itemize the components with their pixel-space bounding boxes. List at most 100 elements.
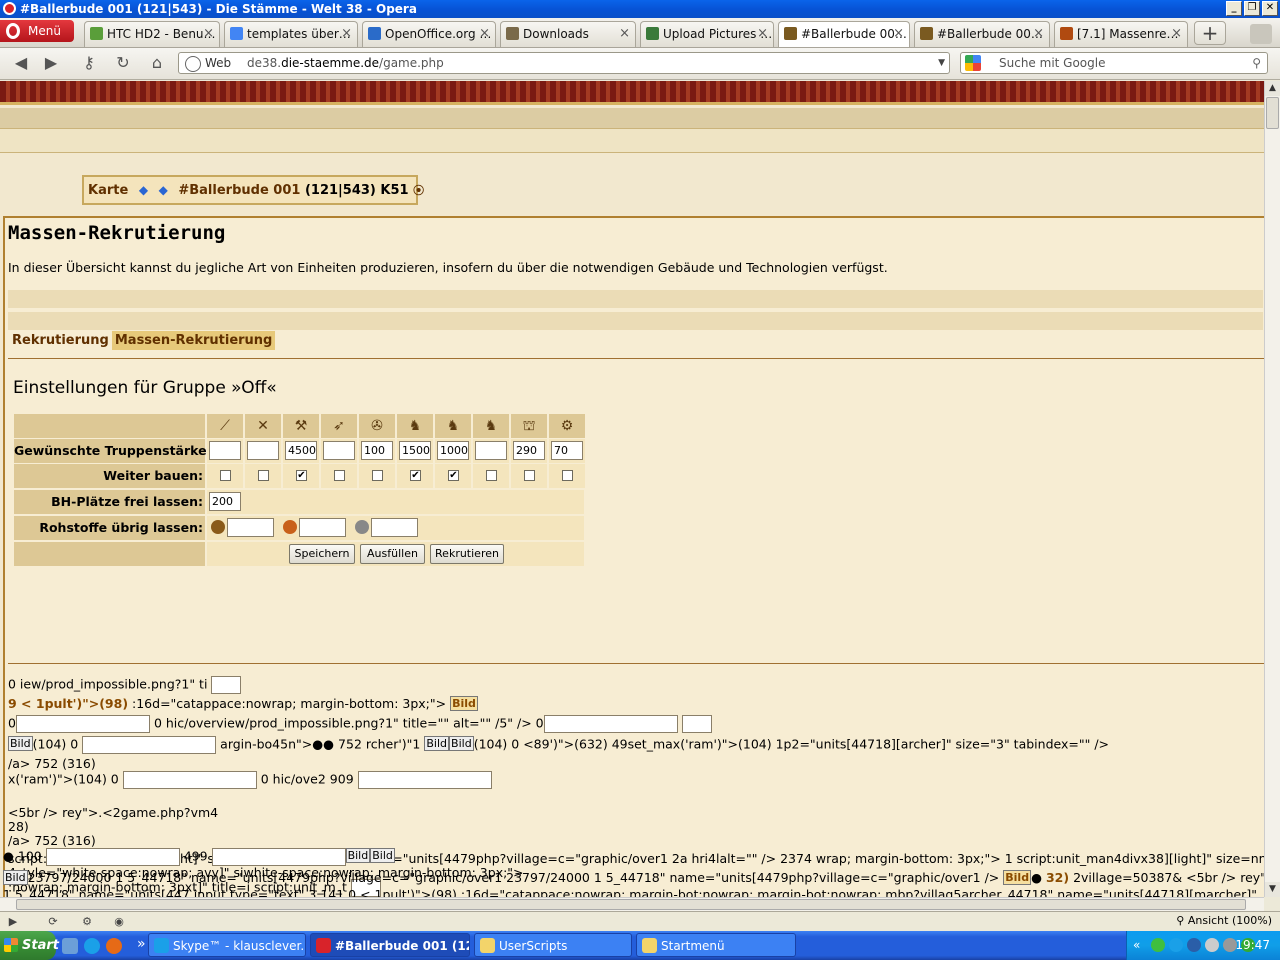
reload-button[interactable]: ↻ bbox=[110, 52, 136, 76]
taskbar-item[interactable]: #Ballerbude 001 (121… bbox=[310, 933, 470, 957]
text-input[interactable] bbox=[211, 676, 242, 694]
vpn-icon[interactable] bbox=[1187, 938, 1201, 952]
continue-checkbox[interactable] bbox=[486, 470, 497, 481]
scroll-thumb[interactable] bbox=[16, 899, 1246, 910]
skype-tray-icon[interactable] bbox=[1169, 938, 1183, 952]
scroll-thumb[interactable] bbox=[1266, 97, 1279, 129]
browser-tab[interactable]: [7.1] Massenre… × bbox=[1054, 21, 1188, 47]
troop-strength-input[interactable]: 4500 bbox=[285, 441, 317, 460]
troop-strength-input[interactable] bbox=[475, 441, 507, 460]
arrow-right-icon[interactable]: ◆ bbox=[159, 177, 168, 203]
arrow-left-icon[interactable]: ◆ bbox=[139, 177, 148, 203]
map-link[interactable]: Karte bbox=[88, 183, 128, 198]
text-input[interactable] bbox=[543, 715, 678, 733]
browser-tab[interactable]: HTC HD2 - Benu… × bbox=[84, 21, 220, 47]
taskbar-item[interactable]: Startmenü bbox=[636, 933, 796, 957]
troop-strength-input[interactable] bbox=[209, 441, 241, 460]
close-tab-icon[interactable]: × bbox=[341, 22, 352, 46]
troop-strength-input[interactable]: 70 bbox=[551, 441, 583, 460]
opera-menu-button[interactable]: Menü bbox=[0, 20, 74, 42]
troop-strength-input[interactable]: 100 bbox=[361, 441, 393, 460]
search-input[interactable]: Suche mit Google ⚲ bbox=[960, 52, 1268, 74]
chevron-left-icon[interactable]: « bbox=[1133, 938, 1140, 952]
turbo-icon[interactable]: ◉ bbox=[112, 915, 126, 929]
chevron-right-icon[interactable]: » bbox=[137, 936, 146, 952]
continue-checkbox[interactable] bbox=[258, 470, 269, 481]
browser-tab[interactable]: OpenOffice.org … × bbox=[362, 21, 496, 47]
text-input[interactable] bbox=[122, 771, 257, 789]
network-icon[interactable] bbox=[1205, 938, 1219, 952]
close-tab-icon[interactable]: × bbox=[757, 22, 768, 46]
taskbar-item[interactable]: UserScripts bbox=[474, 933, 632, 957]
browser-tab[interactable]: #Ballerbude 00… × bbox=[914, 21, 1050, 47]
text-input[interactable] bbox=[82, 736, 217, 754]
continue-checkbox[interactable]: ✔ bbox=[410, 470, 421, 481]
browser-tab[interactable]: #Ballerbude 00… × bbox=[778, 21, 910, 47]
firefox-icon[interactable] bbox=[106, 938, 122, 954]
village-info-icon[interactable]: ⦿ bbox=[413, 184, 424, 197]
continue-checkbox[interactable]: ✔ bbox=[296, 470, 307, 481]
close-tab-icon[interactable]: × bbox=[1171, 22, 1182, 46]
text-input[interactable] bbox=[681, 715, 712, 733]
tab-mass-recruit[interactable]: Massen-Rekrutierung bbox=[111, 331, 276, 350]
troop-strength-input[interactable] bbox=[247, 441, 279, 460]
horizontal-scrollbar[interactable] bbox=[0, 897, 1264, 911]
continue-checkbox[interactable] bbox=[372, 470, 383, 481]
save-button[interactable]: Speichern bbox=[289, 544, 355, 564]
troop-strength-input[interactable]: 290 bbox=[513, 441, 545, 460]
continue-checkbox[interactable] bbox=[220, 470, 231, 481]
start-button[interactable]: Start bbox=[0, 931, 59, 960]
continue-checkbox[interactable] bbox=[334, 470, 345, 481]
troop-strength-input[interactable]: 1000 bbox=[437, 441, 469, 460]
minimize-button[interactable]: _ bbox=[1226, 1, 1242, 16]
restore-button[interactable]: ❐ bbox=[1244, 1, 1260, 16]
unite-icon[interactable]: ⚙ bbox=[80, 915, 94, 929]
scroll-down-icon[interactable]: ▼ bbox=[1265, 882, 1280, 897]
staemme-icon bbox=[920, 27, 933, 40]
text-input[interactable] bbox=[211, 848, 346, 866]
continue-checkbox[interactable] bbox=[562, 470, 573, 481]
farm-space-input[interactable]: 200 bbox=[209, 492, 241, 511]
trash-icon[interactable] bbox=[1250, 24, 1272, 44]
text-input[interactable] bbox=[15, 715, 150, 733]
close-tab-icon[interactable]: × bbox=[893, 22, 904, 46]
resource-reserve-input[interactable] bbox=[371, 518, 418, 537]
taskbar-item[interactable]: Skype™ - klausclever.kk. bbox=[148, 933, 306, 957]
browser-tab[interactable]: Upload Pictures … × bbox=[640, 21, 774, 47]
resource-reserve-input[interactable] bbox=[227, 518, 274, 537]
forward-button[interactable]: ▶ bbox=[38, 52, 64, 76]
sync-icon[interactable]: ⟳ bbox=[46, 915, 60, 929]
back-button[interactable]: ◀ bbox=[8, 52, 34, 76]
fill-button[interactable]: Ausfüllen bbox=[360, 544, 425, 564]
troop-strength-input[interactable]: 1500 bbox=[399, 441, 431, 460]
recruit-button[interactable]: Rekrutieren bbox=[430, 544, 504, 564]
chevron-down-icon[interactable]: ▼ bbox=[938, 53, 945, 73]
resource-reserve-input[interactable] bbox=[299, 518, 346, 537]
scroll-up-icon[interactable]: ▲ bbox=[1265, 81, 1280, 96]
panel-toggle-icon[interactable]: ▶ bbox=[6, 915, 20, 929]
continue-checkbox[interactable] bbox=[524, 470, 535, 481]
search-icon[interactable]: ⚲ bbox=[1252, 53, 1261, 73]
home-button[interactable]: ⌂ bbox=[144, 52, 170, 76]
key-icon[interactable]: ⚷ bbox=[76, 52, 102, 76]
close-tab-icon[interactable]: × bbox=[479, 22, 490, 46]
skype-icon[interactable] bbox=[84, 938, 100, 954]
zoom-level[interactable]: ⚲ Ansicht (100%) bbox=[1176, 914, 1272, 927]
text-input[interactable] bbox=[357, 771, 492, 789]
desktop-icon[interactable] bbox=[62, 938, 78, 954]
shield-icon[interactable] bbox=[1151, 938, 1165, 952]
village-link[interactable]: #Ballerbude 001 bbox=[178, 183, 300, 198]
close-tab-icon[interactable]: × bbox=[203, 22, 214, 46]
new-tab-button[interactable]: + bbox=[1194, 21, 1226, 45]
browser-tab[interactable]: templates über… × bbox=[224, 21, 358, 47]
browser-tab[interactable]: Downloads × bbox=[500, 21, 636, 47]
continue-checkbox[interactable]: ✔ bbox=[448, 470, 459, 481]
close-tab-icon[interactable]: × bbox=[1033, 22, 1044, 46]
close-tab-icon[interactable]: × bbox=[619, 22, 630, 46]
troop-strength-input[interactable] bbox=[323, 441, 355, 460]
close-button[interactable]: ✕ bbox=[1262, 1, 1278, 16]
vertical-scrollbar[interactable]: ▲ ▼ bbox=[1264, 81, 1280, 897]
text-input[interactable] bbox=[45, 848, 180, 866]
tab-recruit[interactable]: Rekrutierung bbox=[9, 331, 112, 350]
address-field[interactable]: Web de38.die-staemme.de/game.php ▼ bbox=[178, 52, 950, 74]
